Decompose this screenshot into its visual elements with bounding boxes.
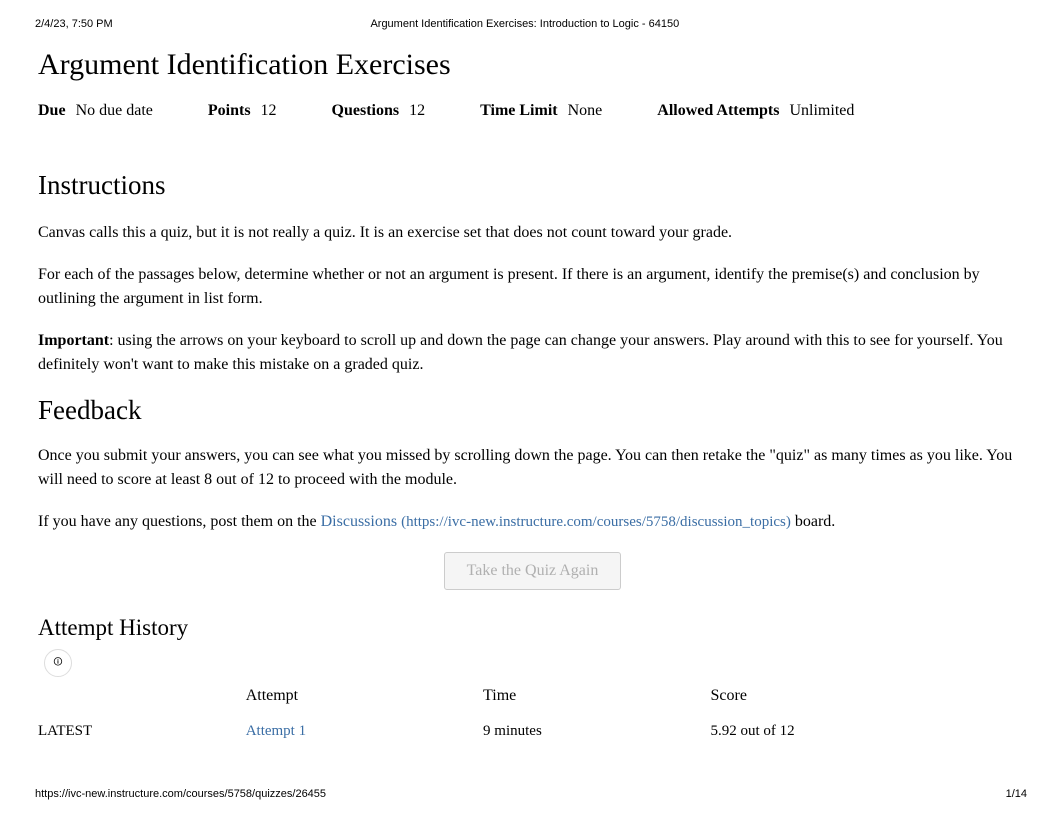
col-status-header bbox=[38, 683, 246, 715]
instructions-p3: Important: using the arrows on your keyb… bbox=[38, 329, 1027, 377]
feedback-p2-after: board. bbox=[791, 513, 835, 530]
row-attempt: Attempt 1 bbox=[246, 715, 483, 748]
print-timestamp: 2/4/23, 7:50 PM bbox=[35, 18, 113, 30]
meta-attempts-value: Unlimited bbox=[789, 102, 854, 120]
info-icon: 🛈 bbox=[44, 649, 72, 677]
meta-due-label: Due bbox=[38, 102, 66, 120]
col-attempt-header: Attempt bbox=[246, 683, 483, 715]
meta-attempts-label: Allowed Attempts bbox=[657, 102, 779, 120]
table-row: LATEST Attempt 1 9 minutes 5.92 out of 1… bbox=[38, 715, 1027, 748]
attempt-history-table: Attempt Time Score LATEST Attempt 1 9 mi… bbox=[38, 683, 1027, 748]
meta-points-value: 12 bbox=[261, 102, 277, 120]
meta-points-label: Points bbox=[208, 102, 251, 120]
quiz-button-wrap: Take the Quiz Again bbox=[38, 552, 1027, 590]
row-time: 9 minutes bbox=[483, 715, 710, 748]
page-title: Argument Identification Exercises bbox=[38, 48, 1027, 82]
table-header-row: Attempt Time Score bbox=[38, 683, 1027, 715]
instructions-heading: Instructions bbox=[38, 170, 1027, 201]
meta-due-value: No due date bbox=[76, 102, 153, 120]
meta-questions: Questions 12 bbox=[332, 102, 481, 120]
row-status: LATEST bbox=[38, 715, 246, 748]
quiz-meta-row: Due No due date Points 12 Questions 12 T… bbox=[38, 102, 1027, 140]
col-time-header: Time bbox=[483, 683, 710, 715]
col-score-header: Score bbox=[711, 683, 1027, 715]
meta-points: Points 12 bbox=[208, 102, 332, 120]
feedback-p1: Once you submit your answers, you can se… bbox=[38, 444, 1027, 492]
meta-due: Due No due date bbox=[38, 102, 208, 120]
feedback-heading: Feedback bbox=[38, 395, 1027, 426]
feedback-p2: If you have any questions, post them on … bbox=[38, 510, 1027, 534]
feedback-p2-before: If you have any questions, post them on … bbox=[38, 513, 321, 530]
print-title: Argument Identification Exercises: Intro… bbox=[113, 18, 937, 30]
instructions-p3-rest: : using the arrows on your keyboard to s… bbox=[38, 332, 1003, 373]
discussions-link[interactable]: Discussions (https://ivc-new.instructure… bbox=[321, 513, 791, 530]
important-label: Important bbox=[38, 332, 109, 349]
meta-timelimit-label: Time Limit bbox=[480, 102, 557, 120]
meta-attempts: Allowed Attempts Unlimited bbox=[657, 102, 854, 120]
meta-questions-value: 12 bbox=[409, 102, 425, 120]
main-content: Argument Identification Exercises Due No… bbox=[0, 30, 1062, 748]
instructions-p2: For each of the passages below, determin… bbox=[38, 263, 1027, 311]
footer-page: 1/14 bbox=[1006, 788, 1027, 800]
print-footer: https://ivc-new.instructure.com/courses/… bbox=[35, 788, 1027, 800]
meta-timelimit: Time Limit None bbox=[480, 102, 657, 120]
print-header: 2/4/23, 7:50 PM Argument Identification … bbox=[0, 0, 1062, 30]
meta-timelimit-value: None bbox=[568, 102, 603, 120]
take-quiz-again-button[interactable]: Take the Quiz Again bbox=[444, 552, 622, 590]
attempt-history-heading: Attempt History bbox=[38, 615, 1027, 641]
row-score: 5.92 out of 12 bbox=[711, 715, 1027, 748]
attempt-link[interactable]: Attempt 1 bbox=[246, 723, 306, 739]
meta-questions-label: Questions bbox=[332, 102, 400, 120]
footer-url: https://ivc-new.instructure.com/courses/… bbox=[35, 788, 326, 800]
discussions-link-url: (https://ivc-new.instructure.com/courses… bbox=[401, 514, 791, 530]
instructions-p1: Canvas calls this a quiz, but it is not … bbox=[38, 221, 1027, 245]
